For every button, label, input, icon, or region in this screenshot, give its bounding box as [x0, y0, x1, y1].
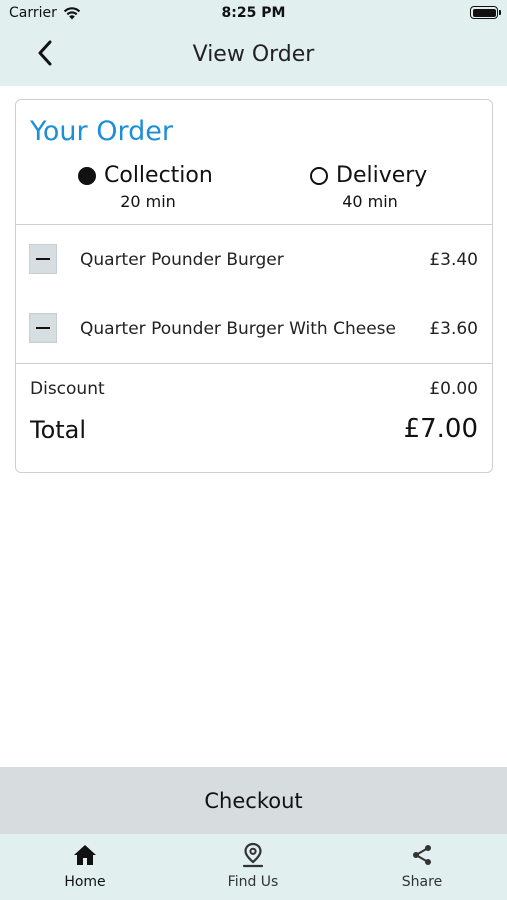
item-name: Quarter Pounder Burger: [80, 250, 284, 270]
order-card: Your Order Collection 20 min Delivery 40…: [15, 99, 493, 473]
tab-find-us[interactable]: Find Us: [193, 842, 313, 890]
total-value: £7.00: [403, 414, 478, 444]
divider: [16, 224, 492, 225]
minus-icon: [36, 257, 50, 261]
radio-selected-icon[interactable]: [78, 166, 96, 185]
share-icon: [413, 845, 431, 865]
tab-label: Find Us: [227, 874, 279, 890]
tab-share[interactable]: Share: [362, 842, 482, 890]
collection-option[interactable]: Collection 20 min: [78, 163, 218, 211]
delivery-time: 40 min: [342, 192, 398, 211]
battery-icon: [470, 6, 501, 19]
page-title: View Order: [192, 42, 315, 67]
checkout-button[interactable]: Checkout: [0, 767, 507, 834]
nav-bar: View Order: [0, 30, 507, 82]
status-time: 8:25 PM: [221, 5, 286, 21]
status-bar: Carrier 8:25 PM: [0, 0, 507, 28]
order-heading: Your Order: [30, 116, 173, 147]
minus-icon: [36, 326, 50, 330]
item-price: £3.60: [429, 319, 478, 339]
delivery-label: Delivery: [336, 163, 428, 188]
collection-label: Collection: [104, 163, 213, 188]
location-pin-icon: [242, 842, 264, 868]
app-screen: Carrier 8:25 PM View Order Your Order Co…: [0, 0, 507, 900]
tab-label: Share: [401, 874, 443, 890]
tab-home[interactable]: Home: [25, 842, 145, 890]
tab-bar: Home Find Us Share: [0, 834, 507, 900]
order-item: Quarter Pounder Burger With Cheese £3.60: [16, 309, 492, 349]
discount-label: Discount: [30, 379, 105, 399]
remove-item-button[interactable]: [29, 313, 57, 343]
radio-unselected-icon[interactable]: [310, 166, 328, 185]
remove-item-button[interactable]: [29, 244, 57, 274]
top-bar: Carrier 8:25 PM View Order: [0, 0, 507, 86]
item-price: £3.40: [429, 250, 478, 270]
total-label: Total: [30, 416, 87, 444]
discount-value: £0.00: [429, 379, 478, 399]
home-icon: [74, 845, 96, 865]
order-item: Quarter Pounder Burger £3.40: [16, 240, 492, 280]
item-name: Quarter Pounder Burger With Cheese: [80, 319, 396, 339]
tab-label: Home: [64, 874, 106, 890]
collection-time: 20 min: [120, 192, 176, 211]
divider: [16, 363, 492, 364]
delivery-option[interactable]: Delivery 40 min: [310, 163, 430, 211]
